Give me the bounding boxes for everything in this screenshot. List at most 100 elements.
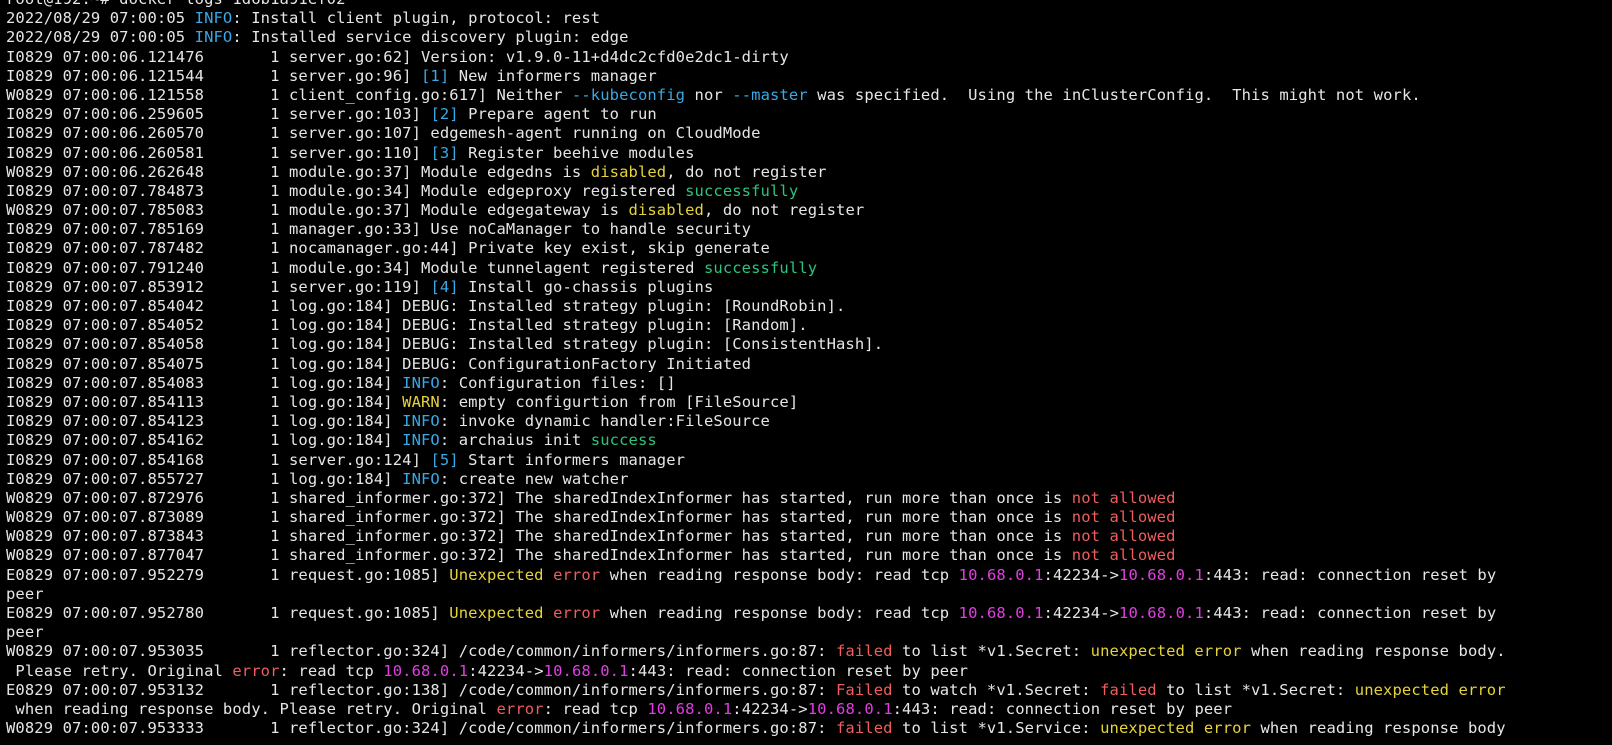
log-text-segment: failed [1100,680,1157,699]
log-text-segment: peer [6,623,44,642]
log-text-segment: disabled [628,201,704,220]
log-text-segment: : read tcp [543,699,648,718]
terminal-line: W0829 07:00:06.262648 1 module.go:37] Mo… [6,163,1612,182]
terminal-line: I0829 07:00:07.787482 1 nocamanager.go:4… [6,239,1612,258]
log-text-segment: not allowed [1071,546,1176,565]
log-text-segment: I0829 07:00:07.854052 1 log.go:184] DEBU… [6,316,808,335]
terminal-line: root@192:~# docker logs 1d6b1a91ef02 [6,0,1612,9]
terminal-line: when reading response body. Please retry… [6,700,1612,719]
terminal-line: W0829 07:00:07.877047 1 shared_informer.… [6,546,1612,565]
log-text-segment: 10.68.0.1 [1119,604,1204,622]
log-text-segment: nor [685,85,733,104]
log-text-segment: : archaius init [439,431,591,450]
log-text-segment: not allowed [1071,488,1176,507]
log-text-segment: 10.68.0.1 [647,699,733,718]
log-text-segment: Please retry. Original [6,661,233,680]
log-text-segment: unexpected error [1090,642,1242,661]
terminal-line: W0829 07:00:07.873089 1 shared_informer.… [6,508,1612,527]
log-text-segment: : Install client plugin, protocol: rest [232,9,601,28]
log-text-segment: I0829 07:00:07.854162 1 log.go:184] [6,431,403,450]
log-text-segment: unexpected error [1100,719,1252,738]
terminal-line: E0829 07:00:07.952780 1 request.go:1085]… [6,604,1612,623]
terminal-line: I0829 07:00:07.854042 1 log.go:184] DEBU… [6,297,1612,316]
log-text-segment: root@192:~# docker logs 1d6b1a91ef02 [6,0,346,8]
log-text-segment: , do not register [666,162,827,181]
terminal-line: W0829 07:00:06.121558 1 client_config.go… [6,86,1612,105]
log-text-segment: Prepare agent to run [458,105,657,124]
terminal-line: 2022/08/29 07:00:05 INFO: Install client… [6,9,1612,28]
log-text-segment: INFO [194,9,233,28]
log-text-segment: I0829 07:00:07.854083 1 log.go:184] [6,373,403,392]
log-text-segment: I0829 07:00:07.854123 1 log.go:184] [6,412,403,431]
terminal-line: W0829 07:00:07.785083 1 module.go:37] Mo… [6,201,1612,220]
log-text-segment: I0829 07:00:07.855727 1 log.go:184] [6,469,403,488]
log-text-segment: INFO [402,431,440,450]
log-text-segment: [2] [430,105,459,124]
log-text-segment: W0829 07:00:07.953035 1 reflector.go:324… [6,642,836,661]
log-text-segment: Register beehive modules [458,143,695,162]
log-text-segment: W0829 07:00:07.873843 1 shared_informer.… [6,527,1072,546]
log-text-segment: Failed [836,680,893,699]
log-text-segment: [4] [430,277,459,296]
log-text-segment: I0829 07:00:07.854168 1 server.go:124] [6,450,431,469]
log-text-segment: [5] [430,450,459,469]
terminal-line: W0829 07:00:07.953035 1 reflector.go:324… [6,642,1612,661]
log-text-segment: : Installed service discovery plugin: ed… [232,28,629,47]
log-text-segment: I0829 07:00:06.121544 1 server.go:96] [6,66,421,85]
log-text-segment: E0829 07:00:07.953132 1 reflector.go:138… [6,680,836,699]
terminal-line: I0829 07:00:06.259605 1 server.go:103] [… [6,105,1612,124]
terminal-line: E0829 07:00:07.953132 1 reflector.go:138… [6,681,1612,700]
log-text-segment: :42234-> [1043,565,1120,584]
log-text-segment: to list *v1.Secret: [1156,680,1355,699]
log-text-segment: not allowed [1071,508,1176,527]
log-text-segment: E0829 07:00:07.952780 1 request.go:1085] [6,604,450,622]
terminal-line: Please retry. Original error: read tcp 1… [6,662,1612,681]
log-text-segment: : create new watcher [439,469,629,488]
log-text-segment [544,604,553,622]
log-text-segment: INFO [194,28,233,47]
terminal-line: I0829 07:00:07.854083 1 log.go:184] INFO… [6,374,1612,393]
terminal-line: I0829 07:00:06.260570 1 server.go:107] e… [6,124,1612,143]
log-text-segment: unexpected error [1354,680,1506,699]
log-text-segment: I0829 07:00:07.784873 1 module.go:34] Mo… [6,181,686,200]
terminal-line: peer [6,585,1612,604]
log-text-segment: I0829 07:00:07.854042 1 log.go:184] DEBU… [6,297,846,315]
terminal-line: 2022/08/29 07:00:05 INFO: Installed serv… [6,28,1612,47]
log-text-segment: peer [6,584,44,603]
log-text-segment: 10.68.0.1 [383,661,469,680]
terminal-line: W0829 07:00:07.953333 1 reflector.go:324… [6,719,1612,738]
log-text-segment: disabled [590,162,667,181]
terminal-line: I0829 07:00:07.854168 1 server.go:124] [… [6,451,1612,470]
log-text-segment: :42234-> [732,699,808,718]
log-text-segment: I0829 07:00:06.260581 1 server.go:110] [6,143,431,162]
log-text-segment: INFO [402,412,440,431]
log-text-segment: W0829 07:00:07.785083 1 module.go:37] Mo… [6,201,629,220]
log-text-segment: 10.68.0.1 [958,565,1044,584]
log-text-segment: I0829 07:00:07.787482 1 nocamanager.go:4… [6,239,770,258]
log-text-segment: when reading response body [1251,719,1506,738]
log-text-segment: :443: read: connection reset by peer [892,699,1233,718]
log-text-segment: W0829 07:00:07.877047 1 shared_informer.… [6,546,1072,565]
log-text-segment: I0829 07:00:06.121476 1 server.go:62] Ve… [6,47,789,66]
log-text-segment: :443: read: connection reset by [1203,565,1497,584]
log-text-segment: W0829 07:00:07.953333 1 reflector.go:324… [6,719,836,738]
log-text-segment: to list *v1.Service: [892,719,1101,738]
terminal-window[interactable]: root@192:~# docker logs 1d6b1a91ef022022… [0,0,1612,745]
log-text-segment: not allowed [1071,527,1176,546]
log-text-segment: W0829 07:00:07.872976 1 shared_informer.… [6,488,1072,507]
terminal-line: I0829 07:00:07.854075 1 log.go:184] DEBU… [6,355,1612,374]
log-text-segment: Unexpected [449,565,544,584]
log-text-segment: Unexpected [449,604,544,622]
log-text-segment: :443: read: connection reset by [1203,604,1497,622]
log-text-segment: INFO [402,373,440,392]
log-text-segment: when reading response body. Please retry… [6,699,497,718]
log-text-segment: I0829 07:00:07.854058 1 log.go:184] DEBU… [6,335,884,354]
terminal-line: I0829 07:00:06.121544 1 server.go:96] [1… [6,67,1612,86]
log-text-segment: W0829 07:00:06.262648 1 module.go:37] Mo… [6,162,591,181]
terminal-line: I0829 07:00:06.121476 1 server.go:62] Ve… [6,48,1612,67]
log-text-segment: to watch *v1.Secret: [892,680,1101,699]
terminal-line: I0829 07:00:07.855727 1 log.go:184] INFO… [6,470,1612,489]
log-text-segment: New informers manager [449,66,657,85]
terminal-line: W0829 07:00:07.872976 1 shared_informer.… [6,489,1612,508]
log-text-segment: --kubeconfig [571,85,686,104]
